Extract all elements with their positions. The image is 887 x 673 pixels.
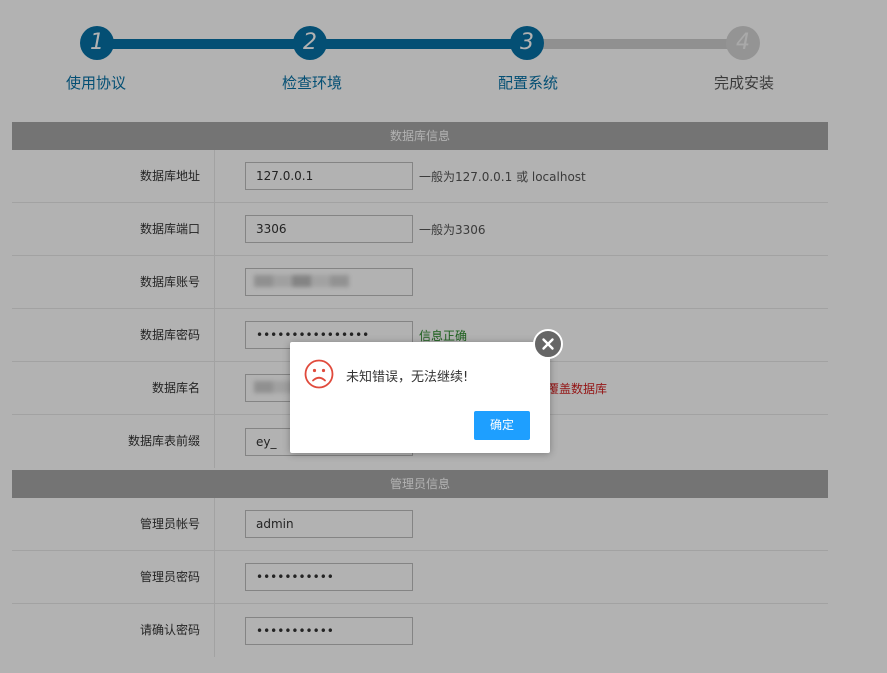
modal-overlay [0, 0, 887, 673]
close-icon [542, 338, 554, 350]
confirm-button[interactable]: 确定 [474, 411, 530, 440]
sad-face-icon [304, 359, 334, 389]
error-message: 未知错误，无法继续! [346, 370, 469, 385]
error-dialog: 未知错误，无法继续! 确定 [290, 329, 563, 453]
dialog-close-button[interactable] [533, 329, 563, 359]
